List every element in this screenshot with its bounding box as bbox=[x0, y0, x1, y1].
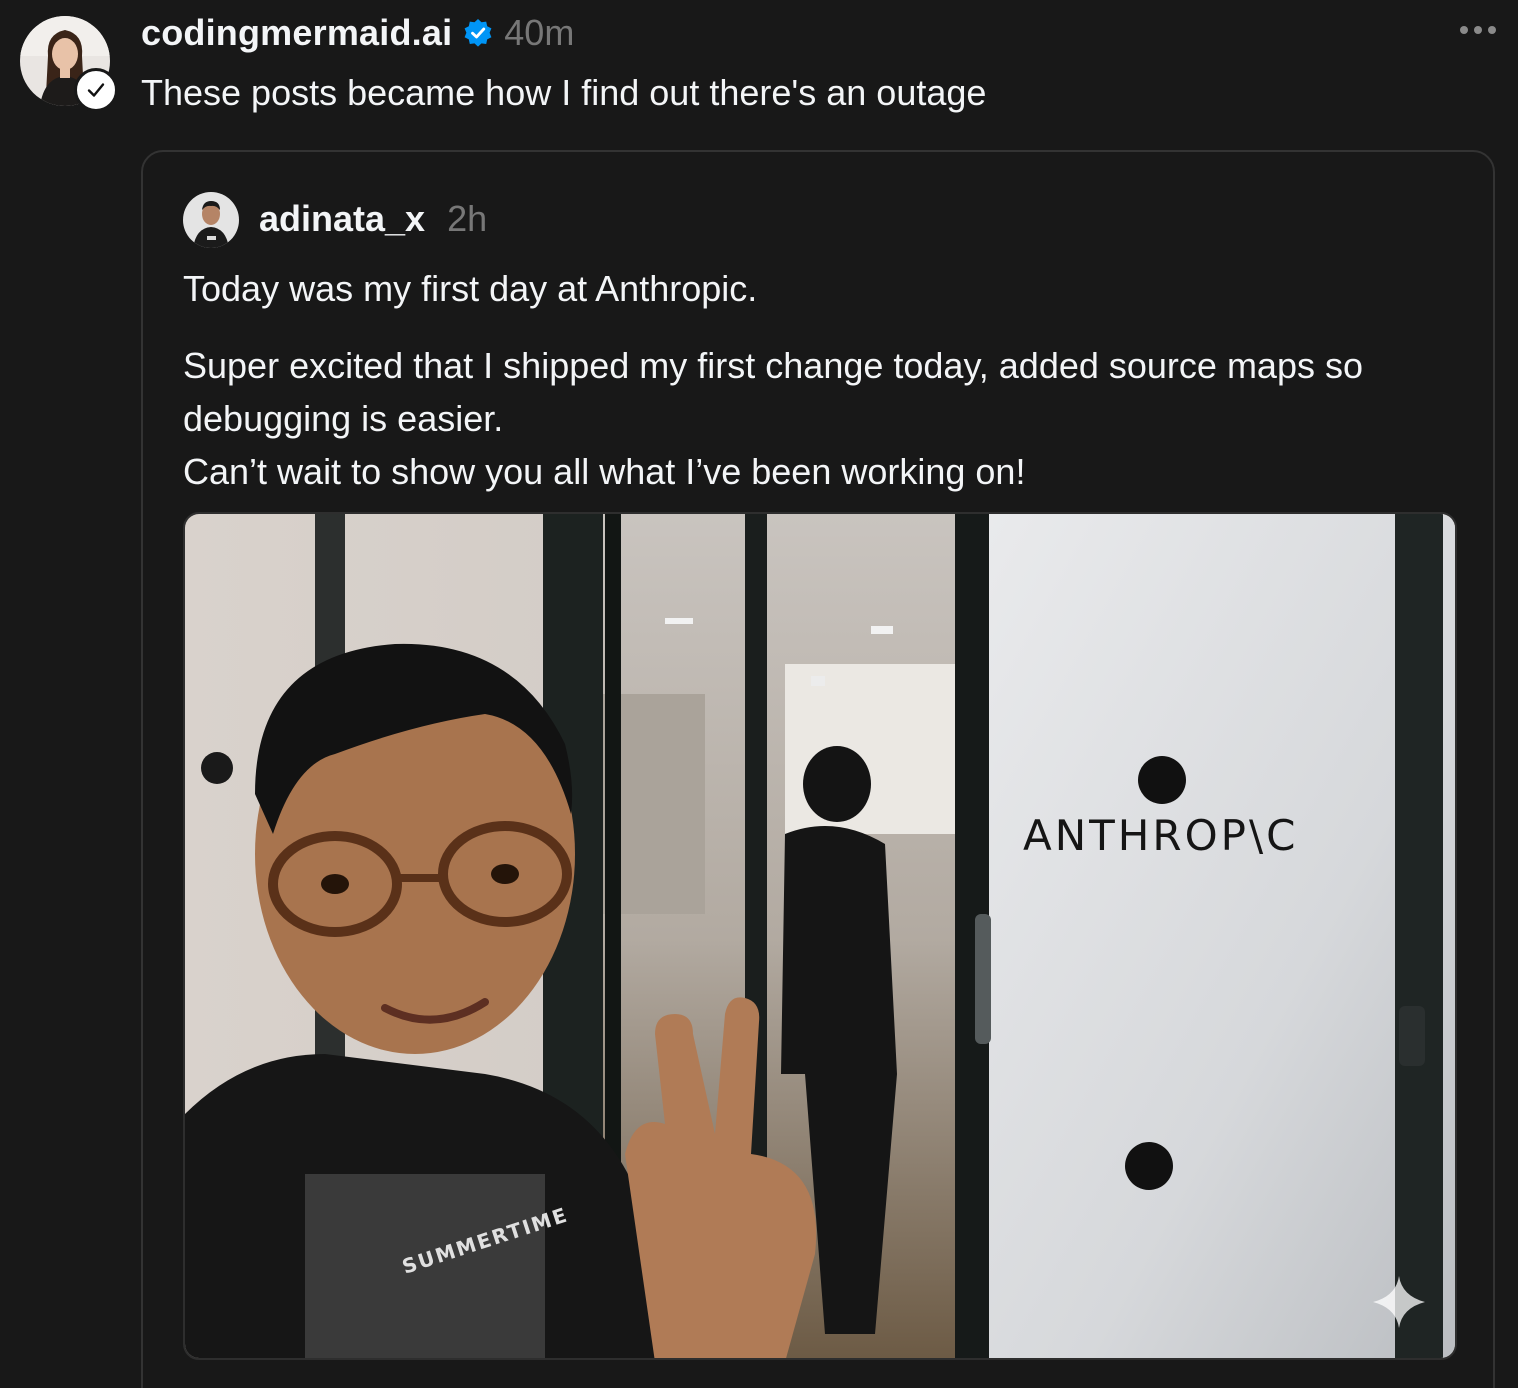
ai-sparkle-icon[interactable] bbox=[1371, 1274, 1427, 1330]
post-timestamp: 40m bbox=[504, 12, 575, 53]
quoted-paragraph: Super excited that I shipped my first ch… bbox=[183, 345, 1364, 439]
quoted-post-card[interactable]: adinata_x 2h Today was my first day at A… bbox=[141, 150, 1495, 1388]
quoted-paragraph: Today was my first day at Anthropic. bbox=[183, 268, 758, 309]
quoted-paragraph: Can’t wait to show you all what I’ve bee… bbox=[183, 451, 1026, 492]
follow-checkmark-icon[interactable] bbox=[74, 68, 118, 112]
post-header: codingmermaid.ai 40m bbox=[141, 10, 574, 56]
post-photo[interactable]: ANTHROP\C SUMMERTIME bbox=[183, 512, 1457, 1360]
thread-post: codingmermaid.ai 40m These posts became … bbox=[0, 0, 1518, 1388]
more-options-icon[interactable] bbox=[1460, 26, 1496, 34]
post-body-text: These posts became how I find out there'… bbox=[141, 72, 987, 113]
quoted-post-timestamp: 2h bbox=[447, 198, 488, 239]
quoted-author-avatar[interactable] bbox=[183, 192, 239, 248]
quoted-post-header: adinata_x 2h bbox=[259, 198, 487, 240]
verified-badge-icon bbox=[462, 17, 494, 49]
quoted-author-username[interactable]: adinata_x bbox=[259, 198, 425, 240]
anthropic-sign-text: ANTHROP\C bbox=[1023, 811, 1298, 860]
author-username[interactable]: codingmermaid.ai bbox=[141, 12, 452, 54]
author-avatar-wrapper[interactable] bbox=[20, 16, 118, 112]
quoted-post-body: Today was my first day at Anthropic. Sup… bbox=[183, 262, 1473, 498]
